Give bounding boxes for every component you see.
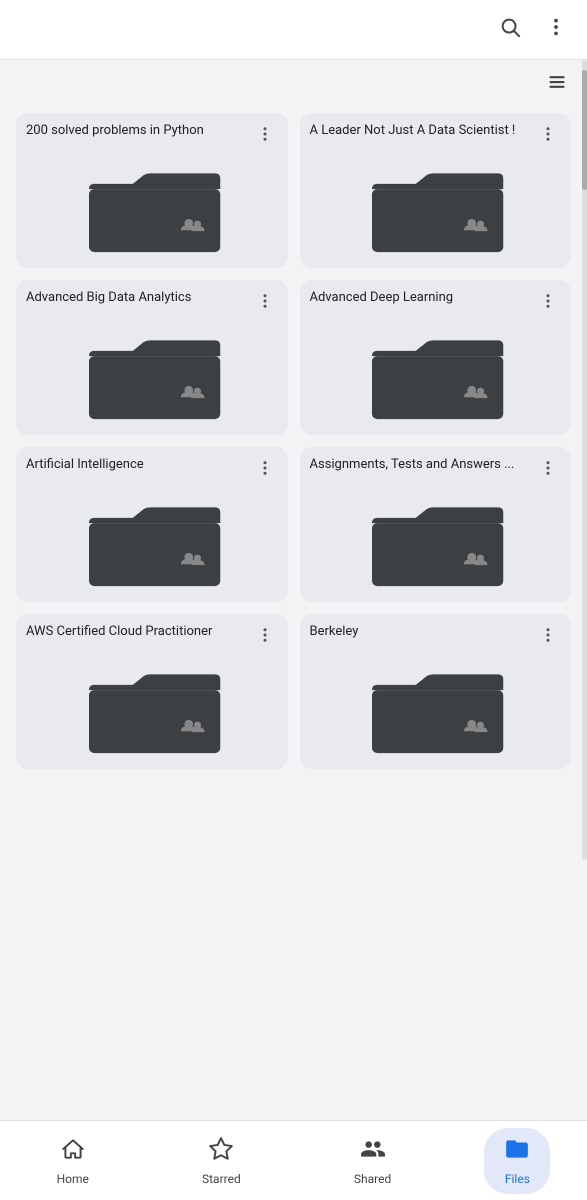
folder-menu-button[interactable] [252,290,278,317]
folder-icon-wrap [310,158,562,258]
shared-nav-label: Shared [354,1172,391,1186]
folder-svg-icon [82,330,222,425]
app-header [0,0,587,60]
nav-item-files[interactable]: Files [484,1128,550,1194]
folder-svg-icon [82,664,222,759]
folder-name: Artificial Intelligence [26,457,252,474]
folder-menu-button[interactable] [535,123,561,150]
starred-nav-label: Starred [202,1172,241,1186]
folder-card-header: Artificial Intelligence [26,457,278,484]
more-options-icon[interactable] [537,8,575,51]
folder-menu-button[interactable] [535,290,561,317]
folder-menu-button[interactable] [535,624,561,651]
folder-icon-wrap [310,659,562,759]
folder-card[interactable]: Advanced Deep Learning [300,280,572,435]
folder-svg-icon [82,497,222,592]
folder-card-header: AWS Certified Cloud Practitioner [26,624,278,651]
search-icon[interactable] [491,8,529,51]
folder-menu-button[interactable] [252,123,278,150]
folder-svg-icon [365,497,505,592]
folder-icon-wrap [26,325,278,425]
nav-item-shared[interactable]: Shared [334,1128,411,1194]
folder-icon-wrap [310,325,562,425]
folder-menu-button[interactable] [252,624,278,651]
header-actions [491,8,575,51]
folder-name: AWS Certified Cloud Practitioner [26,624,252,641]
folder-card-header: A Leader Not Just A Data Scientist ! [310,123,562,150]
folder-card[interactable]: AWS Certified Cloud Practitioner [16,614,288,769]
folder-card-header: Berkeley [310,624,562,651]
folder-icon-wrap [26,492,278,592]
scrollbar-thumb [582,70,587,190]
shared-nav-icon [360,1136,386,1168]
folder-card-header: Advanced Deep Learning [310,290,562,317]
folder-icon-wrap [26,158,278,258]
folder-name: Advanced Deep Learning [310,290,536,307]
files-nav-label: Files [505,1172,530,1186]
folder-svg-icon [365,163,505,258]
files-nav-icon [504,1136,530,1168]
folder-name: Advanced Big Data Analytics [26,290,252,307]
starred-nav-icon [208,1136,234,1168]
folder-svg-icon [82,163,222,258]
folder-card[interactable]: 200 solved problems in Python [16,113,288,268]
back-button[interactable] [12,22,28,38]
folder-menu-button[interactable] [535,457,561,484]
folder-card-header: Assignments, Tests and Answers ... [310,457,562,484]
home-nav-label: Home [57,1172,89,1186]
scrollbar-track [582,60,587,860]
folder-icon-wrap [310,492,562,592]
home-nav-icon [60,1136,86,1168]
folder-icon-wrap [26,659,278,759]
folder-grid: 200 solved problems in Python [0,105,587,785]
folder-card[interactable]: A Leader Not Just A Data Scientist ! [300,113,572,268]
folder-card-header: Advanced Big Data Analytics [26,290,278,317]
nav-item-home[interactable]: Home [37,1128,109,1194]
folder-card[interactable]: Advanced Big Data Analytics [16,280,288,435]
folder-name: Berkeley [310,624,536,641]
folder-name: Assignments, Tests and Answers ... [310,457,536,474]
nav-item-starred[interactable]: Starred [182,1128,261,1194]
folder-name: 200 solved problems in Python [26,123,252,140]
sort-bar [0,60,587,105]
folder-svg-icon [365,330,505,425]
folder-name: A Leader Not Just A Data Scientist ! [310,123,536,140]
bottom-nav: Home Starred Shared Files [0,1120,587,1200]
folder-card[interactable]: Berkeley [300,614,572,769]
folder-card-header: 200 solved problems in Python [26,123,278,150]
folder-svg-icon [365,664,505,759]
folder-card[interactable]: Assignments, Tests and Answers ... [300,447,572,602]
folder-menu-button[interactable] [252,457,278,484]
list-view-icon[interactable] [547,72,567,97]
folder-card[interactable]: Artificial Intelligence [16,447,288,602]
